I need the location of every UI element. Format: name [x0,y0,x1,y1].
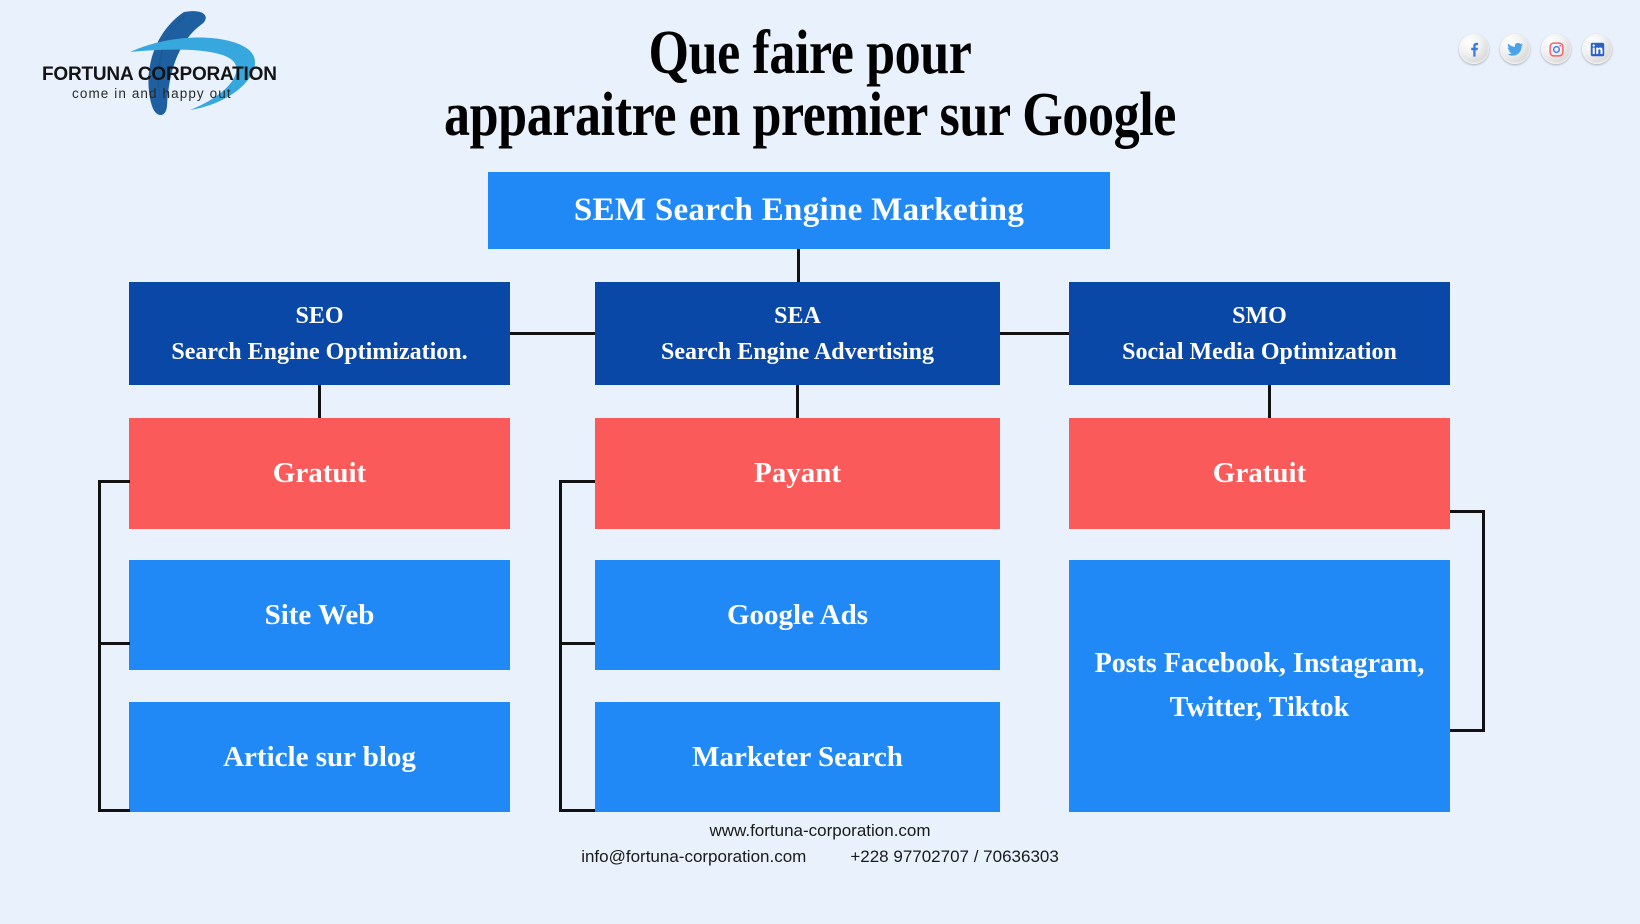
node-smo-item-0-label: Posts Facebook, Instagram, Twitter, Tikt… [1094,648,1425,723]
node-smo-full: Social Media Optimization [1122,338,1397,365]
node-seo-item-1-label: Article sur blog [223,740,416,773]
connector-sea-smo [999,332,1071,335]
footer-contact-row: info@fortuna-corporation.com +228 977027… [0,844,1640,870]
node-sea-cost[interactable]: Payant [595,418,1000,529]
node-sea-item-0[interactable]: Google Ads [595,560,1000,670]
connector-seo-sea [509,332,597,335]
node-seo-cost[interactable]: Gratuit [129,418,510,529]
footer: www.fortuna-corporation.com info@fortuna… [0,818,1640,870]
logo-tagline: come in and happy out [72,86,232,101]
linkedin-icon[interactable] [1582,34,1612,64]
footer-website[interactable]: www.fortuna-corporation.com [0,818,1640,844]
node-seo-full: Search Engine Optimization. [171,338,468,365]
node-sea-full: Search Engine Advertising [661,338,934,365]
node-smo-acronym: SMO [1232,302,1287,329]
node-sea-item-1-label: Marketer Search [692,740,903,773]
bracket-sea [559,480,595,812]
connector-smo-down [1268,385,1271,418]
bracket-seo [98,480,130,812]
node-sea-item-0-label: Google Ads [727,598,868,631]
connector-sea-down [796,385,799,418]
node-seo-item-0[interactable]: Site Web [129,560,510,670]
node-seo-item-0-label: Site Web [264,598,375,631]
logo-wordmark: FORTUNA CORPORATION [42,64,277,85]
node-sea-item-1[interactable]: Marketer Search [595,702,1000,812]
bracket-seo-middle-stub [98,642,130,645]
bracket-sea-middle-stub [559,642,595,645]
node-smo[interactable]: SMO Social Media Optimization [1069,282,1450,385]
infographic-canvas: FORTUNA CORPORATION come in and happy ou… [0,0,1640,924]
footer-phone[interactable]: +228 97702707 / 70636303 [850,844,1058,870]
logo-graphic: FORTUNA CORPORATION come in and happy ou… [42,11,277,115]
connector-seo-down [318,385,321,418]
node-smo-item-0[interactable]: Posts Facebook, Instagram, Twitter, Tikt… [1069,560,1450,812]
node-seo-cost-label: Gratuit [272,457,367,489]
node-seo[interactable]: SEO Search Engine Optimization. [129,282,510,385]
connector-sem-down [797,249,800,283]
node-seo-item-1[interactable]: Article sur blog [129,702,510,812]
node-sea[interactable]: SEA Search Engine Advertising [595,282,1000,385]
node-sem[interactable]: SEM Search Engine Marketing [488,172,1110,249]
page-title: Que faire pour apparaitre en premier sur… [443,19,1177,149]
facebook-icon[interactable] [1459,34,1489,64]
bracket-smo [1450,510,1485,732]
twitter-icon[interactable] [1500,34,1530,64]
company-logo: FORTUNA CORPORATION come in and happy ou… [34,6,294,118]
node-sea-cost-label: Payant [754,457,841,489]
footer-email[interactable]: info@fortuna-corporation.com [581,844,806,870]
node-smo-cost[interactable]: Gratuit [1069,418,1450,529]
social-links [1459,34,1612,64]
node-seo-acronym: SEO [295,302,344,329]
instagram-icon[interactable] [1541,34,1571,64]
node-sea-acronym: SEA [774,302,821,329]
node-smo-cost-label: Gratuit [1212,457,1307,489]
node-sem-label: SEM Search Engine Marketing [573,192,1025,228]
